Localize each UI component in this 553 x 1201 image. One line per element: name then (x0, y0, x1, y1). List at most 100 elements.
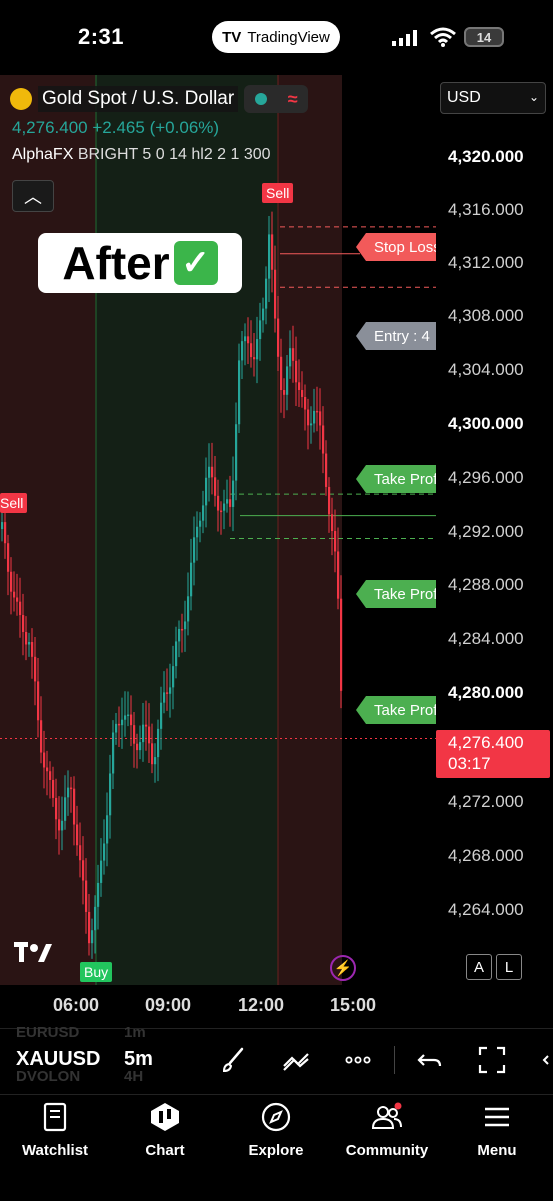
candle-body (88, 911, 91, 944)
candle-body (4, 522, 7, 544)
candle-body (64, 797, 67, 821)
price-tick: 4,280.000 (448, 683, 524, 702)
candle-body (115, 723, 118, 733)
candle-body (13, 591, 16, 598)
brush-icon[interactable] (220, 1046, 248, 1074)
chevron-up-icon: ︿ (24, 187, 42, 207)
candle-body (193, 537, 196, 563)
collapse-legend-button[interactable]: ︿ (12, 180, 54, 212)
candle-body (130, 714, 133, 726)
price-change-pct: (+0.06%) (149, 118, 220, 137)
candle-body (313, 410, 316, 424)
symbol-above: EURUSD (16, 1024, 80, 1041)
sell-signal-left: Sell (0, 493, 28, 513)
fullscreen-icon[interactable] (478, 1046, 506, 1074)
candle-body (256, 339, 259, 360)
candle-body (298, 382, 301, 391)
candle-body (325, 453, 328, 487)
candle-body (235, 424, 238, 481)
candle-body (109, 773, 112, 816)
gold-icon (10, 88, 32, 110)
check-icon: ✓ (173, 241, 218, 285)
candle-body (106, 815, 109, 844)
tab-community[interactable]: Community (337, 1100, 437, 1159)
candle-body (331, 514, 334, 532)
tab-chart-label: Chart (145, 1142, 185, 1159)
candle-body (328, 486, 331, 515)
price-tick: 4,308.000 (448, 306, 524, 325)
candle-body (118, 723, 121, 726)
candle-body (250, 343, 253, 358)
candle-body (37, 681, 40, 721)
candle-body (85, 880, 88, 912)
candle-body (49, 771, 52, 780)
price-chart[interactable] (0, 75, 436, 985)
price-tick: 4,300.000 (448, 414, 524, 433)
battery-icon: 14 (464, 27, 504, 47)
tab-explore[interactable]: Explore (226, 1100, 326, 1159)
undo-icon[interactable] (416, 1046, 444, 1074)
candle-body (184, 621, 187, 630)
tradingview-pill[interactable]: TV TradingView (212, 21, 340, 53)
price-tick: 4,312.000 (448, 253, 524, 272)
cell-signal-icon (392, 30, 417, 46)
symbol-button[interactable]: XAUUSD (16, 1048, 100, 1071)
currency-select[interactable]: USD ⌄ (440, 82, 546, 114)
candle-body (16, 597, 19, 602)
candle-body (292, 348, 295, 361)
buy-signal: Buy (80, 962, 113, 982)
price-tick: 4,304.000 (448, 360, 524, 379)
visibility-toggle[interactable]: ≈ (244, 85, 309, 113)
status-dot-icon (254, 93, 267, 105)
candle-body (166, 692, 169, 694)
candle-body (160, 702, 163, 729)
interval-above: 1m (124, 1024, 146, 1041)
status-time: 2:31 (78, 24, 125, 49)
take-profit-3-label: Take Profit (356, 696, 436, 724)
scroll-more-icon[interactable] (540, 1046, 553, 1074)
candle-body (310, 423, 313, 426)
wave-icon: ≈ (287, 88, 298, 109)
trend-line-icon[interactable] (282, 1046, 310, 1074)
indicator-params: BRIGHT 5 0 14 hl2 2 1 300 (77, 146, 271, 163)
tab-menu[interactable]: Menu (447, 1100, 547, 1159)
indicator-legend[interactable]: AlphaFX BRIGHT 5 0 14 hl2 2 1 300 (12, 146, 271, 164)
candle-body (232, 480, 235, 507)
tab-watchlist[interactable]: Watchlist (5, 1100, 105, 1159)
candle-body (91, 930, 94, 944)
bar-countdown: 03:17 (448, 754, 491, 773)
price-tick: 4,316.000 (448, 200, 524, 219)
candle-body (202, 505, 205, 521)
candle-body (208, 466, 211, 478)
currency-value: USD (447, 89, 481, 106)
candle-body (337, 551, 340, 599)
candle-body (199, 520, 202, 527)
tab-chart[interactable]: Chart (115, 1100, 215, 1159)
interval-button[interactable]: 5m (124, 1048, 153, 1071)
chevron-down-icon: ⌄ (528, 90, 539, 104)
tradingview-pill-label: TradingView (247, 28, 330, 46)
more-icon[interactable] (344, 1046, 372, 1074)
price-tick: 4,264.000 (448, 900, 524, 919)
candle-body (67, 787, 70, 798)
current-price-tag: 4,276.400 03:17 (436, 730, 550, 778)
candle-body (226, 499, 229, 504)
price-axis[interactable]: 4,320.000 4,316.000 4,312.000 4,308.000 4,30… (436, 75, 553, 985)
menu-icon (447, 1100, 547, 1134)
candle-body (103, 843, 106, 861)
candle-body (277, 318, 280, 357)
tab-watchlist-label: Watchlist (21, 1142, 89, 1159)
candle-body (316, 410, 319, 413)
candle-body (211, 466, 214, 478)
candle-body (169, 687, 172, 694)
time-label-1500: 15:00 (330, 995, 377, 1015)
candle-body (79, 845, 82, 861)
candle-body (280, 356, 283, 391)
candle-body (307, 409, 310, 426)
tab-menu-label: Menu (477, 1142, 517, 1159)
sell-signal-top: Sell (262, 183, 294, 203)
candle-body (136, 743, 139, 751)
symbol-legend[interactable]: Gold Spot / U.S. Dollar ≈ (10, 84, 309, 114)
book-icon (5, 1100, 105, 1134)
lightning-icon[interactable]: ⚡ (330, 955, 356, 981)
